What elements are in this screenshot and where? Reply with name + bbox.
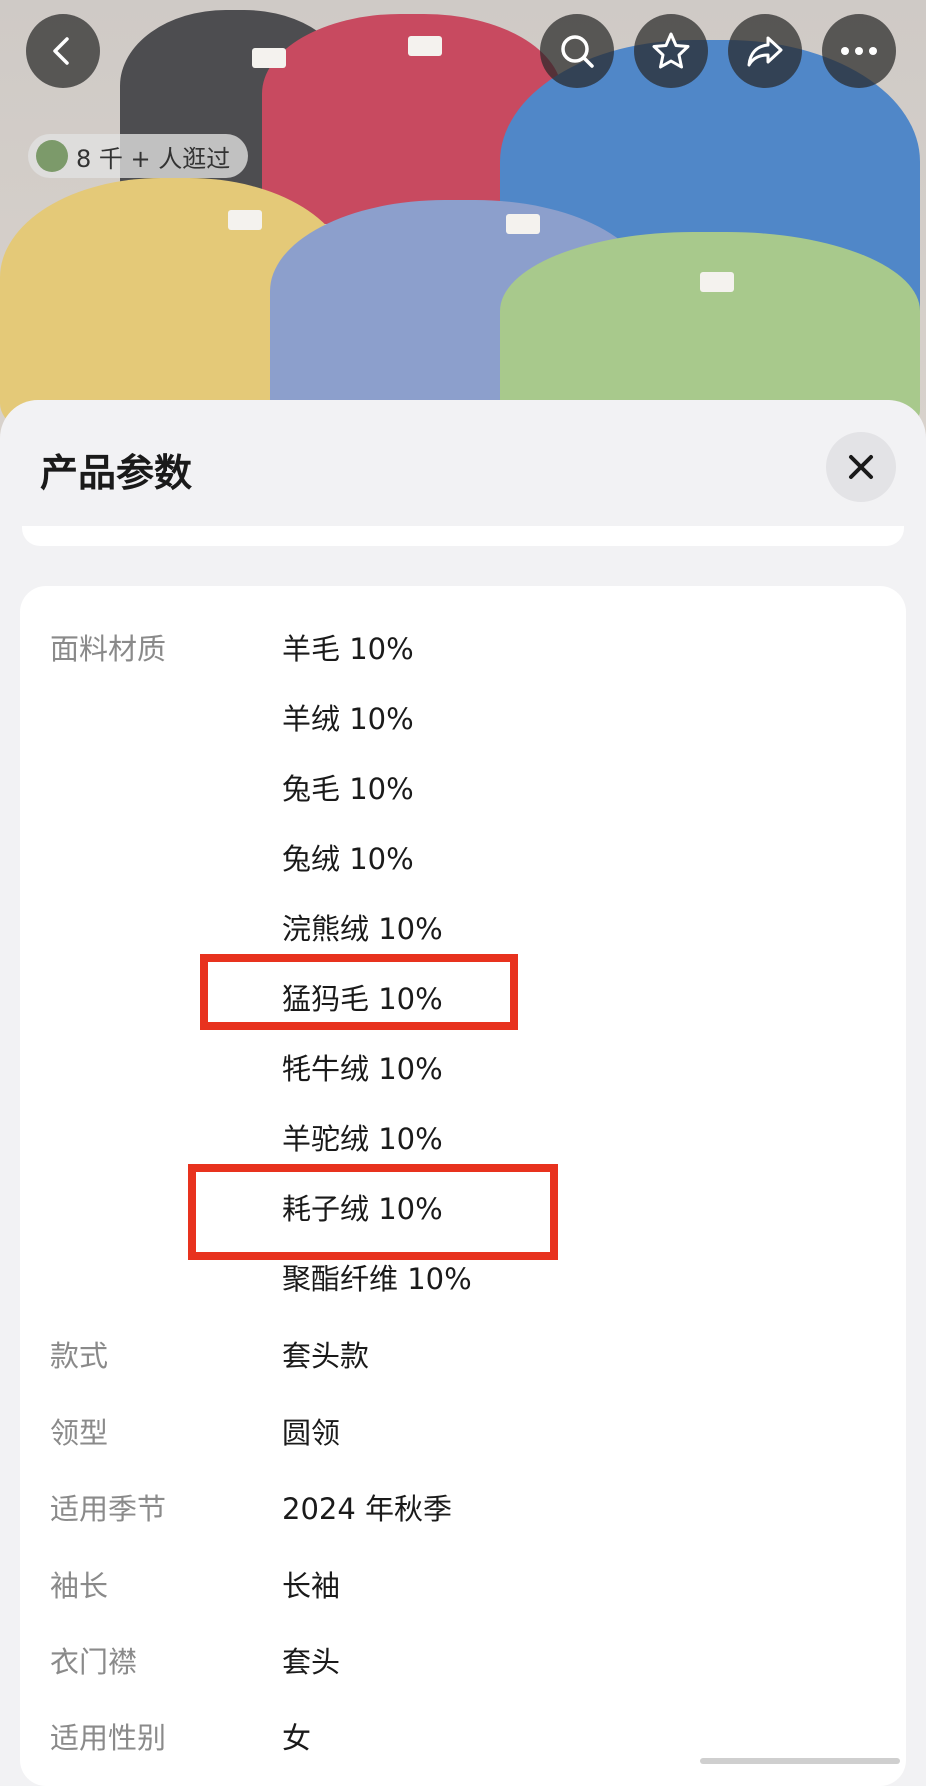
home-indicator: [700, 1758, 900, 1764]
share-button[interactable]: [728, 14, 802, 88]
season-value: 2024 年秋季: [282, 1492, 453, 1526]
fabric-value: 兔绒 10%: [282, 842, 414, 876]
fabric-value: 聚酯纤维 10%: [282, 1262, 472, 1296]
label-tag: [252, 48, 286, 68]
season-label: 适用季节: [50, 1492, 167, 1526]
gender-label: 适用性别: [50, 1721, 167, 1755]
label-tag: [228, 210, 262, 230]
label-tag: [506, 214, 540, 234]
style-value: 套头款: [282, 1339, 370, 1373]
fabric-value: 羊驼绒 10%: [282, 1122, 443, 1156]
label-tag: [700, 272, 734, 292]
fabric-value: 羊毛 10%: [282, 632, 414, 666]
sleeve-value: 长袖: [282, 1569, 341, 1603]
close-button[interactable]: [826, 432, 896, 502]
style-label: 款式: [50, 1339, 109, 1373]
divider: [22, 526, 904, 546]
views-badge: 8 千 + 人逛过: [28, 134, 249, 178]
more-icon: [841, 47, 877, 55]
product-photo: 8 千 + 人逛过: [0, 0, 926, 440]
fabric-value: 牦牛绒 10%: [282, 1052, 443, 1086]
highlight-box-mammoth: [200, 954, 518, 1030]
share-icon: [747, 36, 783, 67]
placket-value: 套头: [282, 1645, 341, 1679]
star-icon: [652, 32, 690, 69]
avatar: [36, 140, 68, 172]
collar-label: 领型: [50, 1416, 109, 1450]
fabric-value: 浣熊绒 10%: [282, 912, 443, 946]
placket-label: 衣门襟: [50, 1645, 138, 1679]
favorite-button[interactable]: [634, 14, 708, 88]
highlight-box-rat: [188, 1164, 558, 1260]
sleeve-label: 袖长: [50, 1569, 109, 1603]
label-tag: [408, 36, 442, 56]
fabric-value: 兔毛 10%: [282, 772, 414, 806]
params-card: 面料材质 羊毛 10% 羊绒 10% 兔毛 10% 兔绒 10% 浣熊绒 10%…: [20, 586, 906, 1786]
back-icon: [53, 37, 69, 65]
search-icon: [561, 35, 594, 68]
more-button[interactable]: [822, 14, 896, 88]
back-button[interactable]: [26, 14, 100, 88]
close-icon: [849, 455, 873, 479]
fabric-value: 羊绒 10%: [282, 702, 414, 736]
fabric-label: 面料材质: [50, 632, 167, 666]
gender-value: 女: [282, 1721, 312, 1755]
views-count: 8 千 + 人逛过: [76, 144, 231, 173]
product-params-sheet: 产品参数 面料材质 羊毛 10% 羊绒 10% 兔毛 10% 兔绒 10% 浣熊…: [0, 400, 926, 1786]
collar-value: 圆领: [282, 1416, 341, 1450]
search-button[interactable]: [540, 14, 614, 88]
sheet-title: 产品参数: [40, 451, 193, 495]
